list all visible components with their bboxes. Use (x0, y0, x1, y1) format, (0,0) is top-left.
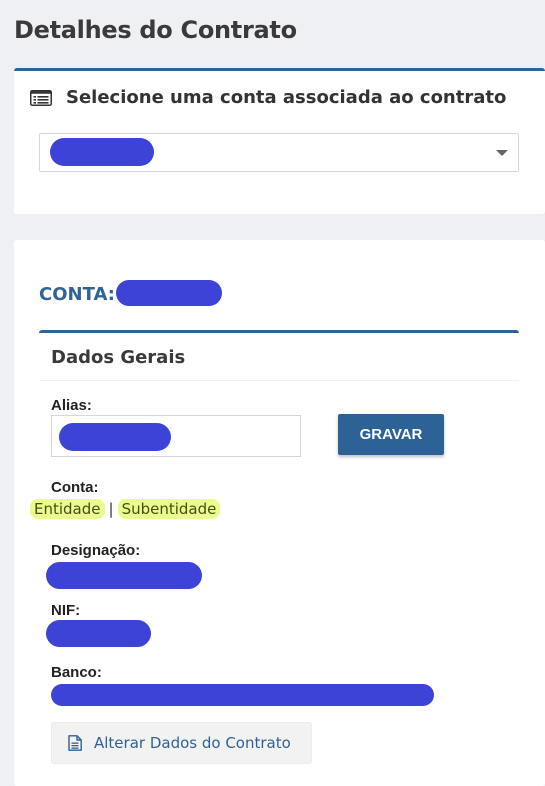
subentidade-link[interactable]: Subentidade (117, 499, 221, 519)
save-button[interactable]: GRAVAR (338, 414, 444, 455)
alterar-dados-contrato-label: Alterar Dados do Contrato (94, 734, 291, 752)
redacted-alias-value (59, 423, 171, 451)
page-title: Detalhes do Contrato (14, 16, 297, 44)
designacao-label: Designação: (51, 542, 141, 559)
account-select-card: Selecione uma conta associada ao contrat… (14, 68, 545, 214)
alterar-dados-contrato-button[interactable]: Alterar Dados do Contrato (51, 722, 312, 764)
chevron-down-icon (496, 150, 508, 156)
account-select-dropdown[interactable] (39, 133, 519, 172)
account-select-title: Selecione uma conta associada ao contrat… (66, 87, 507, 108)
nif-label: NIF: (51, 602, 81, 619)
redacted-nif-value (46, 620, 151, 647)
conta-links: Entidade | Subentidade (30, 499, 221, 519)
redacted-selected-account (50, 138, 154, 166)
redacted-banco-value (51, 684, 434, 706)
redacted-account-number (116, 280, 222, 306)
alias-input[interactable] (51, 415, 301, 457)
divider (39, 380, 519, 381)
account-title-label: CONTA: (39, 284, 115, 305)
redacted-designacao-value (46, 562, 202, 589)
entidade-link[interactable]: Entidade (30, 499, 105, 519)
account-select-header: Selecione uma conta associada ao contrat… (30, 87, 506, 108)
conta-label: Conta: (51, 479, 99, 496)
document-icon (68, 735, 82, 751)
banco-label: Banco: (51, 664, 102, 681)
alias-label: Alias: (51, 397, 92, 414)
link-separator: | (108, 500, 114, 518)
general-data-title: Dados Gerais (51, 347, 186, 368)
list-icon (30, 89, 52, 106)
